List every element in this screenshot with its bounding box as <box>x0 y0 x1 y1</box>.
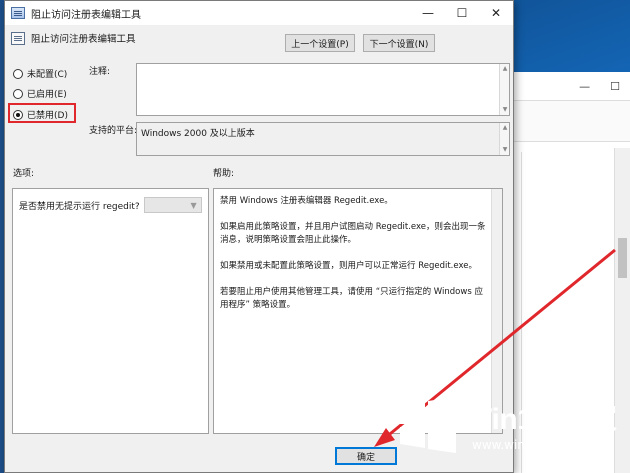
radio-not-configured[interactable]: 未配置(C) <box>13 67 67 80</box>
options-label: 选项: <box>13 169 35 179</box>
dialog-title: 阻止访问注册表编辑工具 <box>31 9 141 21</box>
help-text: 禁用 Windows 注册表编辑器 Regedit.exe。 如果启用此策略设置… <box>220 195 490 325</box>
scroll-down-icon[interactable]: ▼ <box>500 145 510 155</box>
comment-label: 注释: <box>89 67 111 77</box>
option-row: 是否禁用无提示运行 regedit? ▼ <box>19 197 202 213</box>
policy-icon <box>11 7 25 19</box>
watermark-brand: Win10 之家 <box>464 403 617 436</box>
option-select[interactable]: ▼ <box>143 197 202 213</box>
window-controls: — ☐ ✕ <box>411 1 513 25</box>
background-maximize-button[interactable]: ☐ <box>610 80 620 93</box>
radio-circle[interactable] <box>13 88 23 99</box>
scroll-up-icon[interactable]: ▲ <box>500 123 510 133</box>
radio-label: 已启用(E) <box>27 90 67 100</box>
platform-value: Windows 2000 及以上版本 <box>141 129 255 139</box>
setting-name: 阻止访问注册表编辑工具 <box>31 34 136 45</box>
close-button[interactable]: ✕ <box>479 1 513 25</box>
ok-button[interactable]: 确定 <box>335 447 397 465</box>
radio-circle[interactable] <box>13 68 23 79</box>
minimize-button[interactable]: — <box>411 1 445 25</box>
scrollbar-thumb[interactable] <box>618 238 627 278</box>
help-paragraph: 禁用 Windows 注册表编辑器 Regedit.exe。 <box>220 196 393 206</box>
watermark-url: www.win10xitong.com <box>472 438 608 452</box>
windows-logo-icon <box>400 397 456 453</box>
scroll-up-icon[interactable]: ▲ <box>500 64 510 74</box>
previous-setting-button[interactable]: 上一个设置(P) <box>285 34 355 52</box>
background-window-toolbar <box>501 100 630 142</box>
platform-scrollbar[interactable]: ▲ ▼ <box>499 123 509 155</box>
radio-enabled[interactable]: 已启用(E) <box>13 87 67 100</box>
watermark: Win10 之家 www.win10xitong.com <box>398 390 630 470</box>
platform-label: 支持的平台: <box>89 126 138 136</box>
dialog-titlebar: 阻止访问注册表编辑工具 — ☐ ✕ <box>5 1 513 25</box>
options-panel: 是否禁用无提示运行 regedit? ▼ <box>12 188 209 434</box>
help-paragraph: 如果禁用或未配置此策略设置，则用户可以正常运行 Regedit.exe。 <box>220 261 477 271</box>
option-label: 是否禁用无提示运行 regedit? <box>19 201 140 212</box>
platform-field: Windows 2000 及以上版本 ▲ ▼ <box>136 122 510 156</box>
background-minimize-button[interactable]: — <box>579 80 590 93</box>
help-paragraph: 如果启用此策略设置，并且用户试图启动 Regedit.exe，则会出现一条消息，… <box>220 222 486 245</box>
comment-textarea[interactable]: ▲ ▼ <box>136 63 510 116</box>
scroll-down-icon[interactable]: ▼ <box>500 105 510 115</box>
next-setting-button[interactable]: 下一个设置(N) <box>363 34 435 52</box>
maximize-button[interactable]: ☐ <box>445 1 479 25</box>
help-paragraph: 若要阻止用户使用其他管理工具，请使用 “只运行指定的 Windows 应用程序”… <box>220 287 483 310</box>
setting-header: 阻止访问注册表编辑工具 <box>11 31 136 45</box>
background-window-titlebar: — ☐ <box>501 72 630 100</box>
chevron-down-icon[interactable]: ▼ <box>191 201 197 210</box>
radio-label: 未配置(C) <box>27 70 68 80</box>
comment-scrollbar[interactable]: ▲ ▼ <box>499 64 509 115</box>
help-label: 帮助: <box>213 169 235 179</box>
setting-icon <box>11 31 25 45</box>
annotation-highlight-box <box>8 103 76 123</box>
